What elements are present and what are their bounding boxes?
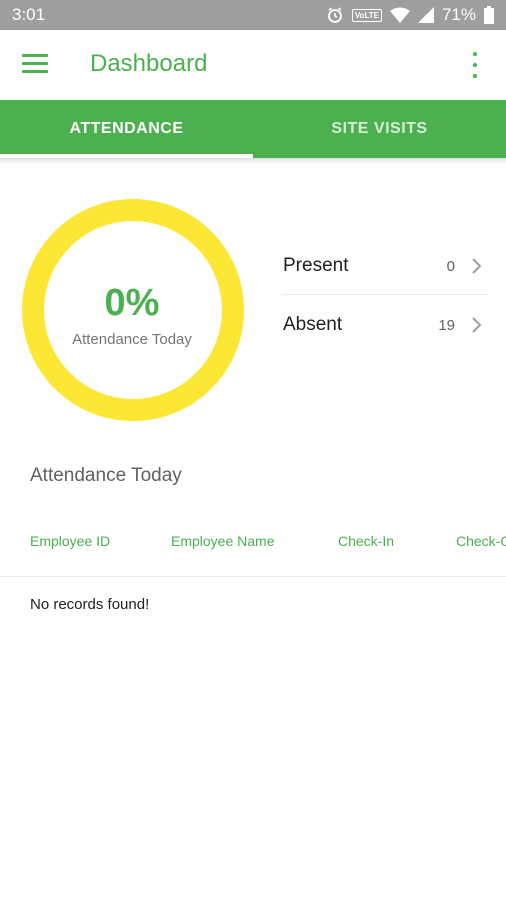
menu-icon[interactable] (22, 54, 48, 76)
battery-icon (484, 6, 494, 24)
signal-icon (417, 7, 434, 23)
status-icons: VoLTE 71% (326, 5, 494, 25)
chevron-right-icon (471, 257, 483, 275)
volte-badge: VoLTE (351, 8, 382, 22)
section-title: Attendance Today (30, 465, 182, 486)
tab-shadow (0, 158, 506, 164)
column-header-employee-name[interactable]: Employee Name (171, 533, 275, 549)
present-label: Present (283, 255, 349, 276)
alarm-icon (326, 6, 344, 24)
present-row[interactable]: Present 0 (283, 241, 483, 291)
absent-label: Absent (283, 314, 343, 335)
column-header-employee-id[interactable]: Employee ID (30, 533, 110, 549)
tab-bar: ATTENDANCE SITE VISITS (0, 100, 506, 158)
page-title: Dashboard (90, 50, 208, 77)
table-divider (0, 576, 506, 577)
column-header-check-out[interactable]: Check-Out (456, 533, 506, 549)
wifi-icon (389, 7, 410, 23)
present-count: 0 (446, 257, 455, 275)
app-bar: Dashboard (0, 30, 506, 100)
status-time: 3:01 (12, 5, 46, 24)
tab-attendance[interactable]: ATTENDANCE (0, 100, 253, 158)
stat-divider (283, 294, 487, 295)
chevron-right-icon (471, 316, 483, 334)
empty-state-message: No records found! (30, 596, 150, 613)
table-header: Employee ID Employee Name Check-In Check… (0, 530, 506, 554)
tab-site-visits[interactable]: SITE VISITS (253, 100, 506, 158)
column-header-check-in[interactable]: Check-In (338, 533, 394, 549)
overflow-menu-icon[interactable] (470, 52, 480, 78)
status-bar: 3:01 VoLTE 71% (0, 0, 506, 30)
absent-count: 19 (438, 316, 455, 334)
attendance-percentage: 0% (104, 282, 160, 324)
absent-row[interactable]: Absent 19 (283, 300, 483, 350)
attendance-caption: Attendance Today (72, 331, 192, 348)
battery-percent: 71% (441, 5, 476, 24)
